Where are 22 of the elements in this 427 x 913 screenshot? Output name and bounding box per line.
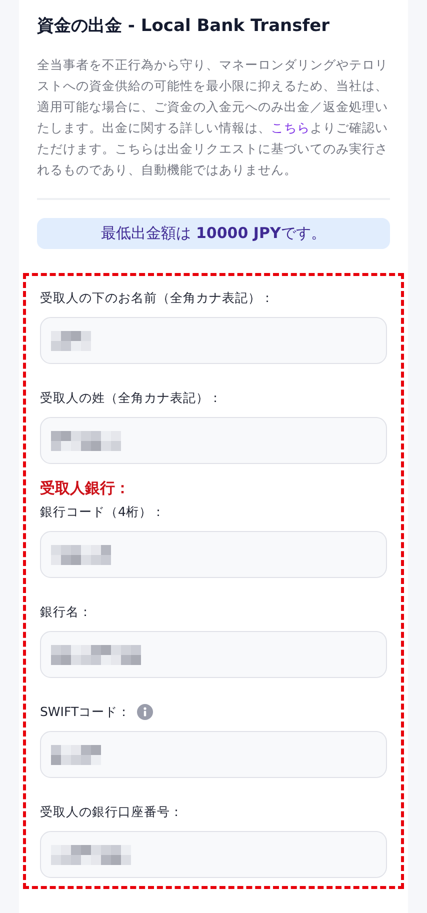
details-link[interactable]: こちら: [271, 120, 310, 135]
field-label: 受取人の下のお名前（全角カナ表記）：: [40, 289, 274, 307]
field-label: 受取人の銀行口座番号：: [40, 803, 183, 821]
redacted-value: [51, 330, 91, 350]
field-label: 受取人の姓（全角カナ表記）：: [40, 389, 222, 407]
page-title: 資金の出金 - Local Bank Transfer: [37, 15, 331, 38]
field-label: SWIFTコード：: [40, 703, 131, 721]
minimum-amount-notice: 最低出金額は 10000 JPYです。: [37, 218, 390, 249]
input-field[interactable]: [40, 417, 387, 464]
section-heading: 受取人銀行：: [40, 478, 131, 498]
input-field[interactable]: [40, 731, 387, 778]
redacted-value: [51, 430, 121, 450]
input-field[interactable]: [40, 531, 387, 578]
description-text: 全当事者を不正行為から守り、マネーロンダリングやテロリストへの資金供給の可能性を最小限に抑えるため、当社は、適用可能な場合に、ご資金の入金元へのみ出金／返金処理いたします。出金に関する詳しい情報は、こちら よりご確認いただけます。こちらは出金リクエストに基づいてのみ実行されるものであり、自動機能ではありません。: [37, 56, 389, 179]
field-label: 銀行名：: [40, 603, 92, 621]
field-label: 銀行コード（4桁）：: [40, 503, 165, 521]
input-field[interactable]: [40, 317, 387, 364]
info-icon[interactable]: [136, 704, 153, 720]
redacted-value: [51, 744, 101, 764]
redacted-value: [51, 544, 111, 564]
input-field[interactable]: [40, 831, 387, 878]
input-field[interactable]: [40, 631, 387, 678]
